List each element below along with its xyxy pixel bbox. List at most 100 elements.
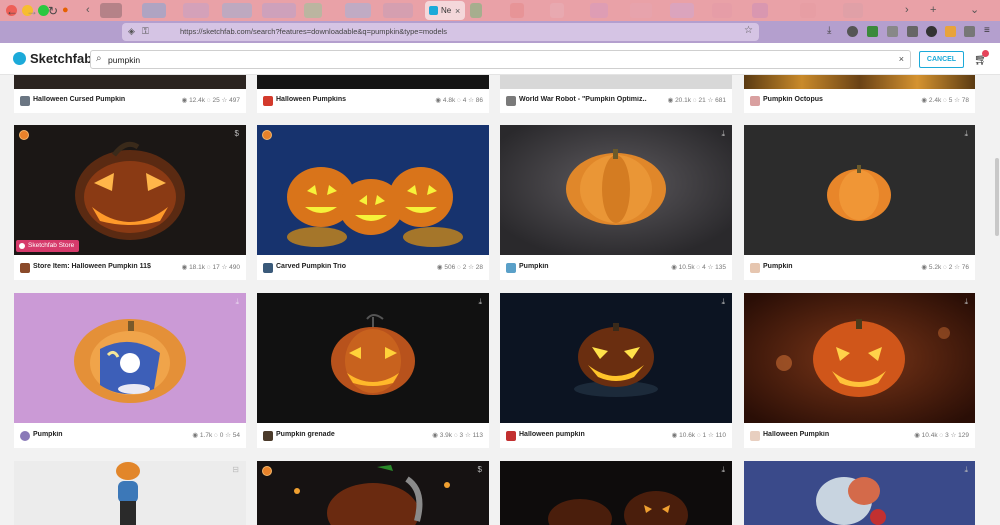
author-avatar[interactable] xyxy=(20,431,30,441)
tab-scroll-right-icon[interactable]: › xyxy=(905,4,909,16)
list-all-tabs-icon[interactable]: ⌄ xyxy=(970,4,979,16)
model-title[interactable]: Halloween Pumpkins xyxy=(276,96,346,103)
result-card[interactable]: $ Sketchfab Store Store Item: Halloween … xyxy=(14,125,246,280)
author-avatar[interactable] xyxy=(506,96,516,106)
thumbnail[interactable]: ⤓ xyxy=(500,461,732,525)
browser-tab[interactable] xyxy=(222,3,252,18)
extensions-icon[interactable] xyxy=(964,26,975,37)
author-avatar[interactable] xyxy=(263,96,273,106)
extension-icon[interactable] xyxy=(867,26,878,37)
thumbnail[interactable] xyxy=(500,75,732,89)
thumbnail[interactable] xyxy=(744,75,975,89)
model-title[interactable]: Pumpkin xyxy=(519,263,549,270)
browser-tab[interactable] xyxy=(550,3,564,18)
thumbnail[interactable]: ⤓ xyxy=(744,125,975,255)
author-avatar[interactable] xyxy=(750,431,760,441)
result-card[interactable]: Halloween Cursed Pumpkin ◉ 12.4k ◌ 25 ☆ … xyxy=(14,75,246,113)
extension-icon[interactable] xyxy=(847,26,858,37)
store-badge[interactable]: Sketchfab Store xyxy=(16,240,80,252)
author-avatar[interactable] xyxy=(506,431,516,441)
menu-icon[interactable]: ≡ xyxy=(984,26,995,37)
tab-scroll-left-icon[interactable]: ‹ xyxy=(86,4,90,16)
result-card[interactable]: ⤓ Halloween Pumpkin ◉ 10.4k ◌ 3 ☆ 129 xyxy=(744,293,975,448)
bookmark-star-icon[interactable]: ☆ xyxy=(744,25,753,36)
browser-tab[interactable] xyxy=(800,3,816,18)
browser-tab[interactable] xyxy=(383,3,413,18)
result-card[interactable]: Pumpkin Octopus ◉ 2.4k ◌ 5 ☆ 78 xyxy=(744,75,975,113)
scrollbar-thumb[interactable] xyxy=(995,158,999,236)
thumbnail[interactable]: ⤓ xyxy=(257,293,489,423)
browser-tab[interactable] xyxy=(590,3,608,18)
thumbnail[interactable]: $ xyxy=(257,461,489,525)
result-card[interactable]: ⊟ xyxy=(14,461,246,525)
browser-tab[interactable] xyxy=(712,3,732,18)
page-scrollbar[interactable] xyxy=(993,75,1000,525)
author-avatar[interactable] xyxy=(263,263,273,273)
thumbnail[interactable]: ⤓ xyxy=(500,293,732,423)
address-bar[interactable]: ◈ ⚿ https://sketchfab.com/search?feature… xyxy=(122,23,759,41)
close-tab-icon[interactable]: × xyxy=(455,5,460,17)
thumbnail[interactable]: ⊟ xyxy=(14,461,246,525)
result-card[interactable]: ⤓ Pumpkin ◉ 10.5k ◌ 4 ☆ 135 xyxy=(500,125,732,280)
author-avatar[interactable] xyxy=(20,263,30,273)
result-card[interactable]: Carved Pumpkin Trio ◉ 506 ◌ 2 ☆ 28 xyxy=(257,125,489,280)
extension-icon[interactable] xyxy=(945,26,956,37)
result-card[interactable]: ⤓ Halloween pumpkin ◉ 10.6k ◌ 1 ☆ 110 xyxy=(500,293,732,448)
model-title[interactable]: World War Robot - "Pumpkin Optimiz... xyxy=(519,96,647,103)
result-card[interactable]: ⤓ Pumpkin grenade ◉ 3.9k ◌ 3 ☆ 113 xyxy=(257,293,489,448)
result-card[interactable]: ⤓ Pumpkin ◉ 5.2k ◌ 2 ☆ 76 xyxy=(744,125,975,280)
extension-icon[interactable] xyxy=(926,26,937,37)
browser-tab[interactable] xyxy=(843,3,863,18)
author-avatar[interactable] xyxy=(506,263,516,273)
model-title[interactable]: Halloween Cursed Pumpkin xyxy=(33,96,125,103)
thumbnail[interactable]: $ Sketchfab Store xyxy=(14,125,246,255)
thumbnail[interactable]: ⤓ xyxy=(744,293,975,423)
browser-tab[interactable] xyxy=(142,3,166,18)
cancel-button[interactable]: CANCEL xyxy=(919,51,964,68)
model-title[interactable]: Pumpkin xyxy=(33,431,63,438)
result-card[interactable]: ⤓ xyxy=(500,461,732,525)
author-avatar[interactable] xyxy=(20,96,30,106)
site-logo[interactable]: Sketchfab xyxy=(30,51,92,66)
result-card[interactable]: World War Robot - "Pumpkin Optimiz... ◉ … xyxy=(500,75,732,113)
model-title[interactable]: Halloween pumpkin xyxy=(519,431,585,438)
thumbnail[interactable] xyxy=(257,75,489,89)
author-avatar[interactable] xyxy=(263,431,273,441)
browser-tab[interactable] xyxy=(510,3,524,18)
browser-tab[interactable] xyxy=(670,3,694,18)
result-card[interactable]: ⤓ Pumpkin ◉ 1.7k ◌ 0 ☆ 54 xyxy=(14,293,246,448)
browser-tab[interactable] xyxy=(262,3,296,18)
back-icon[interactable]: ← xyxy=(6,4,18,18)
model-title[interactable]: Store Item: Halloween Pumpkin 11$ xyxy=(33,263,151,270)
new-tab-icon[interactable]: + xyxy=(930,4,936,16)
model-title[interactable]: Pumpkin Octopus xyxy=(763,96,823,103)
extension-icon[interactable] xyxy=(887,26,898,37)
model-title[interactable]: Pumpkin grenade xyxy=(276,431,335,438)
browser-tab[interactable] xyxy=(304,3,322,18)
thumbnail[interactable] xyxy=(257,125,489,255)
model-title[interactable]: Carved Pumpkin Trio xyxy=(276,263,346,270)
browser-tab[interactable] xyxy=(345,3,371,18)
thumbnail[interactable]: ⤓ xyxy=(500,125,732,255)
thumbnail[interactable]: ⤓ xyxy=(744,461,975,525)
author-avatar[interactable] xyxy=(750,263,760,273)
browser-tab[interactable] xyxy=(470,3,482,18)
thumbnail[interactable]: ⤓ xyxy=(14,293,246,423)
model-title[interactable]: Pumpkin xyxy=(763,263,793,270)
clear-search-icon[interactable]: × xyxy=(899,54,904,64)
forward-icon[interactable]: → xyxy=(26,4,38,18)
sketchfab-logo-icon[interactable] xyxy=(13,52,26,65)
author-avatar[interactable] xyxy=(750,96,760,106)
browser-tab[interactable] xyxy=(183,3,209,18)
model-title[interactable]: Halloween Pumpkin xyxy=(763,431,829,438)
search-box[interactable]: ⌕ × xyxy=(90,50,911,69)
thumbnail[interactable] xyxy=(14,75,246,89)
result-card[interactable]: ⤓ xyxy=(744,461,975,525)
extension-icon[interactable] xyxy=(907,26,918,37)
browser-tab[interactable] xyxy=(100,3,122,18)
downloads-icon[interactable]: ⤓ xyxy=(827,26,838,37)
browser-tab[interactable] xyxy=(752,3,768,18)
result-card[interactable]: $ xyxy=(257,461,489,525)
search-input[interactable] xyxy=(108,53,888,66)
result-card[interactable]: Halloween Pumpkins ◉ 4.8k ◌ 4 ☆ 86 xyxy=(257,75,489,113)
